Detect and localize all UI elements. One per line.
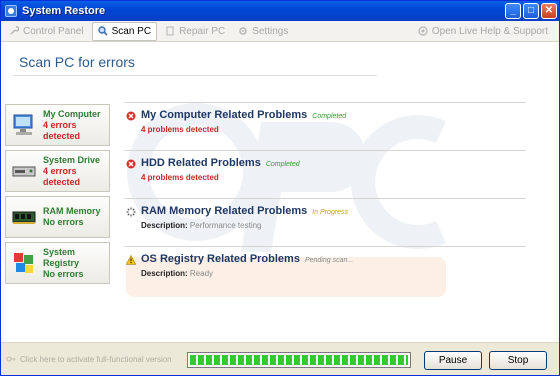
scan-row-detail-value: Ready [189,269,214,278]
help-icon [418,26,428,36]
scan-icon [97,26,108,36]
scan-row-status: Pending scan... [304,257,354,264]
sidebar-item-status: No errors [43,268,84,279]
toolbar-scan-pc[interactable]: Scan PC [91,21,158,41]
scan-row-detail: 4 problems detected [141,173,219,182]
help-link-label: Open Live Help & Support [431,25,548,37]
app-icon [5,5,17,17]
activate-link[interactable]: Click here to activate full-functional v… [6,354,172,364]
sidebar-item-name: RAM Memory [43,206,101,216]
app-window: System Restore _ □ ✕ Control Panel Scan … [0,0,560,376]
wrench-icon [10,26,19,35]
scan-row-status: In Progress [312,209,349,216]
sidebar-item-status: 4 errors detected [43,119,81,141]
document-icon [166,26,174,36]
minimize-button[interactable]: _ [505,3,521,19]
scan-progress-bar [187,352,411,368]
ram-icon [12,211,36,224]
toolbar-item-label: Settings [252,25,289,37]
warning-icon [126,255,136,265]
main-content: Scan PC for errors My Computer 4 errors … [1,42,559,342]
gear-icon [239,27,247,35]
scan-row-title: My Computer Related Problems [141,109,308,121]
window-title: System Restore [22,5,106,17]
title-bar[interactable]: System Restore _ □ ✕ [1,1,559,21]
sidebar-item-name: System Registry [43,246,80,268]
scan-row-detail-value: Performance testing [189,221,262,230]
drive-icon [12,166,36,177]
spinner-icon [126,207,136,217]
scan-row-detail-label: Description: [141,221,188,230]
toolbar-live-help[interactable]: Open Live Help & Support [413,22,553,41]
scan-row-registry: OS Registry Related Problems Pending scan… [124,246,526,286]
scan-row-detail: 4 problems detected [141,125,219,134]
maximize-button[interactable]: □ [523,3,539,19]
sidebar-item-status: No errors [43,217,84,227]
page-title: Scan PC for errors [19,54,135,70]
scan-row-hdd: HDD Related Problems Completed 4 problems… [124,150,526,190]
toolbar-item-label: Repair PC [179,25,226,37]
stop-button[interactable]: Stop [489,351,547,370]
sidebar-item-ram-memory[interactable]: RAM Memory No errors [5,196,110,238]
toolbar-control-panel[interactable]: Control Panel [4,22,89,41]
pause-button[interactable]: Pause [424,351,482,370]
toolbar-item-label: Control Panel [23,25,84,37]
registry-icon [14,253,33,273]
sidebar-item-system-drive[interactable]: System Drive 4 errors detected [5,150,110,192]
scan-row-my-computer: My Computer Related Problems Completed 4 … [124,102,526,142]
sidebar-item-name: System Drive [43,154,101,165]
toolbar: Control Panel Scan PC Repair PC Settings… [1,21,559,42]
toolbar-settings[interactable]: Settings [233,22,293,41]
scan-row-detail-label: Description: [141,269,188,278]
scan-row-title: OS Registry Related Problems [141,253,300,265]
status-bar: Click here to activate full-functional v… [1,342,559,375]
toolbar-repair-pc[interactable]: Repair PC [160,22,230,41]
window-controls: _ □ ✕ [505,3,557,19]
scan-row-title: RAM Memory Related Problems [141,205,308,217]
sidebar-item-my-computer[interactable]: My Computer 4 errors detected [5,104,110,146]
scan-row-title: HDD Related Problems [141,157,261,169]
close-button[interactable]: ✕ [541,3,557,19]
sidebar-item-status: 4 errors detected [43,165,81,187]
error-icon [126,159,136,169]
scan-row-ram: RAM Memory Related Problems In Progress D… [124,198,526,238]
sidebar-item-system-registry[interactable]: System Registry No errors [5,242,110,284]
toolbar-item-label: Scan PC [111,25,152,37]
error-icon [126,111,136,121]
scan-row-status: Completed [312,113,347,120]
key-icon [6,356,16,362]
sidebar-item-name: My Computer [43,108,101,119]
progress-fill [190,355,408,365]
computer-icon [13,114,33,135]
activate-text: Click here to activate full-functional v… [20,354,172,364]
scan-row-status: Completed [265,161,300,168]
divider [13,75,377,76]
